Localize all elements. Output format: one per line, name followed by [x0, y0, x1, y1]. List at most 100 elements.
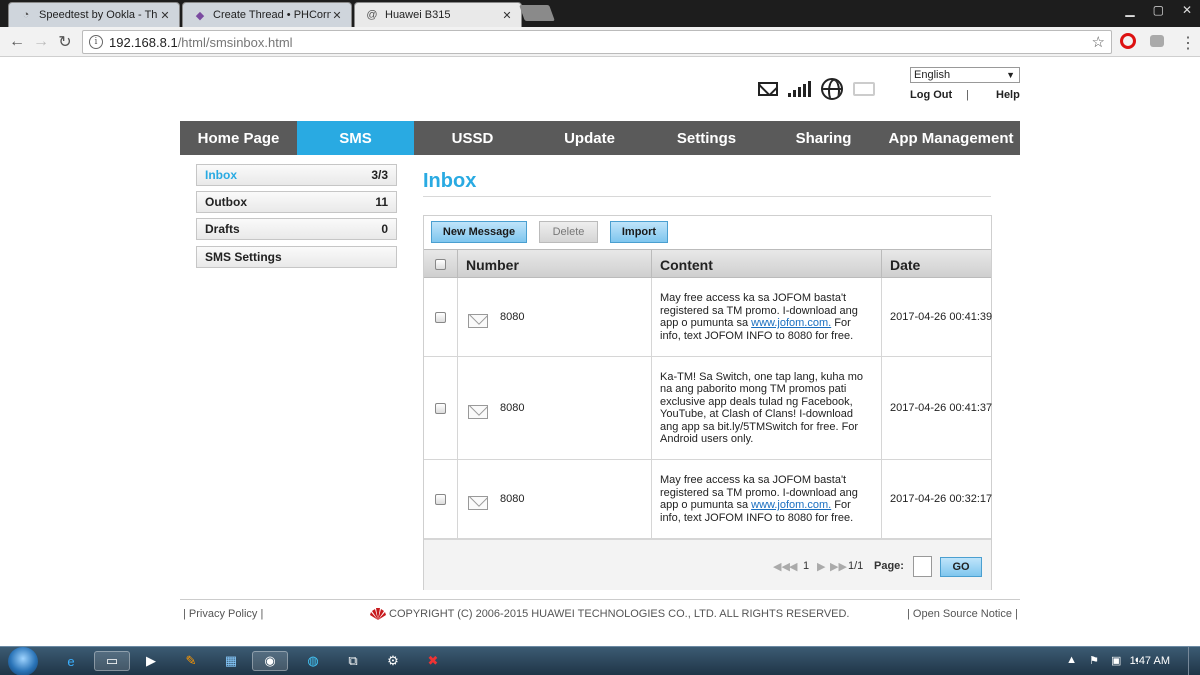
sender-number: 8080	[500, 493, 525, 505]
table-row[interactable]: 8080 Ka-TM! Sa Switch, one tap lang, kuh…	[424, 357, 993, 460]
nav-sms[interactable]: SMS	[297, 121, 414, 155]
row-checkbox-cell	[424, 460, 458, 538]
back-arrow-icon[interactable]: ←	[6, 31, 28, 53]
browser-tab-speedtest[interactable]: ◔ Speedtest by Ookla - Th ✕	[8, 2, 180, 27]
main-nav: Home Page SMS USSD Update Settings Shari…	[180, 121, 1020, 155]
close-tab-icon[interactable]: ✕	[501, 9, 513, 22]
column-header-date[interactable]: Date	[882, 250, 991, 279]
browser-icon[interactable]: ◍	[302, 651, 324, 671]
tool-icon[interactable]: ▦	[220, 651, 242, 671]
copyright-text: COPYRIGHT (C) 2006-2015 HUAWEI TECHNOLOG…	[389, 608, 850, 620]
network-app-icon[interactable]: ⧉	[342, 651, 364, 671]
ie-icon[interactable]: e	[60, 651, 82, 671]
footer-divider	[180, 599, 1020, 600]
start-button[interactable]	[8, 647, 38, 675]
sidebar-item-sms-settings[interactable]: SMS Settings	[196, 246, 397, 268]
url-host: 192.168.8.1	[109, 34, 178, 50]
sidebar-item-label: Inbox	[205, 168, 237, 182]
dropdown-arrow-icon: ▼	[1006, 70, 1015, 80]
extension-icon[interactable]	[1150, 35, 1164, 47]
table-row[interactable]: 8080 May free access ka sa JOFOM basta't…	[424, 278, 992, 357]
page-title: Inbox	[423, 170, 477, 192]
row-checkbox[interactable]	[435, 493, 446, 505]
nav-update[interactable]: Update	[531, 121, 648, 155]
last-page-icon[interactable]: ▶▶	[830, 560, 847, 573]
browser-menu-icon[interactable]: ⋮	[1180, 33, 1196, 53]
nav-ussd[interactable]: USSD	[414, 121, 531, 155]
page-number[interactable]: 1	[803, 560, 809, 572]
bookmark-star-icon[interactable]: ☆	[1092, 33, 1105, 51]
language-select[interactable]: English ▼	[910, 67, 1020, 83]
nav-home-page[interactable]: Home Page	[180, 121, 297, 155]
phc-logo-icon: ◆	[195, 9, 205, 22]
row-checkbox[interactable]	[435, 311, 446, 323]
number-cell: 8080	[458, 278, 652, 356]
steam-icon[interactable]: ⚙	[382, 651, 404, 671]
first-page-icon[interactable]: ◀◀	[773, 560, 790, 573]
row-checkbox[interactable]	[435, 402, 446, 414]
go-button[interactable]: GO	[940, 557, 982, 577]
maximize-icon[interactable]: ▢	[1153, 3, 1164, 17]
site-info-icon[interactable]: i	[89, 35, 103, 49]
explorer-icon[interactable]: ▭	[94, 651, 130, 671]
nav-sharing[interactable]: Sharing	[765, 121, 882, 155]
sender-number: 8080	[500, 402, 525, 414]
select-all-cell	[424, 250, 458, 279]
browser-tab-phcorner[interactable]: ◆ Create Thread • PHCorne ✕	[182, 2, 352, 27]
chrome-icon[interactable]: ◉	[252, 651, 288, 671]
open-source-link[interactable]: | Open Source Notice |	[907, 608, 1018, 620]
forward-arrow-icon[interactable]: →	[30, 31, 52, 53]
show-desktop-button[interactable]	[1188, 647, 1200, 675]
reload-icon[interactable]: ↻	[54, 31, 76, 53]
message-link[interactable]: www.jofom.com.	[751, 317, 831, 329]
page-input[interactable]	[913, 556, 932, 577]
minimize-icon[interactable]: ▁	[1125, 3, 1134, 17]
sidebar-item-outbox[interactable]: Outbox 11	[196, 191, 397, 213]
select-all-checkbox[interactable]	[435, 259, 446, 270]
nav-settings[interactable]: Settings	[648, 121, 765, 155]
flag-icon[interactable]: ⚑	[1089, 654, 1099, 667]
new-message-button[interactable]: New Message	[431, 221, 527, 243]
help-link[interactable]: Help	[996, 89, 1020, 101]
sidebar-item-label: SMS Settings	[205, 250, 282, 264]
media-player-icon[interactable]: ▶	[140, 651, 162, 671]
prev-page-icon[interactable]: ◀	[789, 560, 797, 573]
new-tab-button[interactable]	[519, 5, 555, 21]
nav-app-management[interactable]: App Management	[882, 121, 1020, 155]
envelope-icon[interactable]	[758, 82, 778, 96]
column-header-number[interactable]: Number	[458, 250, 652, 279]
open-source-label: Open Source Notice	[912, 608, 1012, 620]
import-button[interactable]: Import	[610, 221, 668, 243]
tray-expand-icon[interactable]: ▲	[1066, 654, 1077, 667]
sidebar-item-drafts[interactable]: Drafts 0	[196, 218, 397, 240]
page-summary: 1/1	[848, 560, 864, 572]
dota-icon[interactable]: ✖	[422, 651, 444, 671]
envelope-icon	[468, 405, 488, 419]
browser-tab-huawei[interactable]: @ Huawei B315 ✕	[354, 2, 522, 27]
close-tab-icon[interactable]: ✕	[331, 9, 343, 22]
logout-link[interactable]: Log Out	[910, 89, 952, 101]
close-window-icon[interactable]: ✕	[1182, 3, 1192, 17]
taskbar-clock[interactable]: 1:47 AM	[1130, 655, 1170, 667]
message-link[interactable]: www.jofom.com.	[751, 499, 831, 511]
delete-button[interactable]: Delete	[539, 221, 598, 243]
close-tab-icon[interactable]: ✕	[159, 9, 171, 22]
header-separator: |	[966, 89, 969, 101]
opera-extension-icon[interactable]	[1120, 33, 1136, 49]
date-cell: 2017-04-26 00:41:37	[890, 402, 993, 414]
sidebar-item-inbox[interactable]: Inbox 3/3	[196, 164, 397, 186]
privacy-policy-link[interactable]: | Privacy Policy |	[183, 608, 263, 620]
app-icon[interactable]: ✎	[180, 651, 202, 671]
table-row[interactable]: 8080 May free access ka sa JOFOM basta't…	[424, 460, 993, 539]
envelope-icon	[468, 496, 488, 510]
windows-taskbar: e ▭ ▶ ✎ ▦ ◉ ◍ ⧉ ⚙ ✖ ▲ ⚑ ▣ ◖ 1:47 AM	[0, 646, 1200, 675]
computer-icon	[853, 82, 875, 96]
column-header-content[interactable]: Content	[652, 250, 882, 279]
sidebar-item-label: Outbox	[205, 195, 247, 209]
date-cell: 2017-04-26 00:32:17	[890, 493, 993, 505]
tab-title: Speedtest by Ookla - Th	[39, 9, 158, 21]
next-page-icon[interactable]: ▶	[817, 560, 825, 573]
sidebar-item-count: 3/3	[371, 168, 388, 182]
network-icon[interactable]: ▣	[1111, 654, 1121, 667]
address-bar[interactable]: i 192.168.8.1/html/smsinbox.html ☆	[82, 30, 1112, 54]
